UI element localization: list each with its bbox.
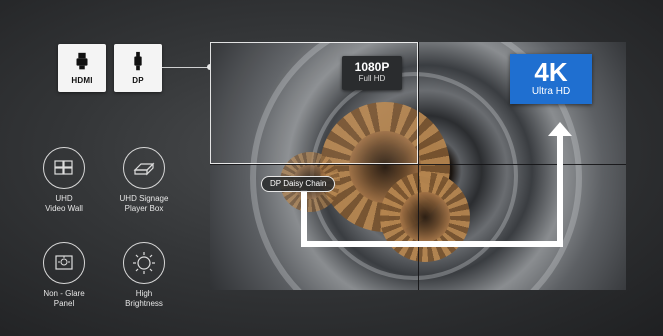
feature-non-glare-panel: Non - Glare Panel [24, 242, 104, 309]
port-connector-line [162, 67, 212, 68]
feature-label-line1: High [135, 289, 153, 298]
hdmi-connector-icon [76, 52, 88, 70]
feature-high-brightness: High Brightness [104, 242, 184, 309]
feature-label-line2: Player Box [124, 204, 164, 213]
dp-daisy-chain-label: DP Daisy Chain [261, 176, 336, 192]
dp-label: DP [132, 76, 144, 85]
hdmi-label: HDMI [71, 76, 93, 85]
brightness-icon [123, 242, 165, 284]
feature-label-line2: Panel [53, 299, 75, 308]
panel-seam [210, 164, 626, 165]
feature-label-line1: Non - Glare [43, 289, 85, 298]
ultra-hd-badge-title: 4K [534, 57, 568, 87]
dp-port-box: DP [114, 44, 162, 92]
full-hd-badge-subtitle: Full HD [358, 74, 386, 83]
gear-image [380, 172, 470, 262]
panel-seam [418, 42, 419, 290]
full-hd-badge: 1080P Full HD [342, 56, 402, 90]
hdmi-port-box: HDMI [58, 44, 106, 92]
full-hd-badge-title: 1080P [354, 60, 390, 74]
feature-label-line2: Video Wall [45, 204, 83, 213]
video-wall-icon [43, 147, 85, 189]
non-glare-icon [43, 242, 85, 284]
ultra-hd-badge: 4K Ultra HD [510, 54, 592, 104]
feature-label-line2: Brightness [125, 299, 163, 308]
feature-label-line1: UHD Signage [119, 194, 169, 203]
displayport-connector-icon [134, 51, 142, 71]
player-box-icon [123, 147, 165, 189]
feature-signage-player-box: UHD Signage Player Box [104, 147, 184, 214]
feature-uhd-video-wall: UHD Video Wall [24, 147, 104, 214]
feature-label-line1: UHD [55, 194, 73, 203]
ultra-hd-badge-subtitle: Ultra HD [531, 86, 571, 97]
